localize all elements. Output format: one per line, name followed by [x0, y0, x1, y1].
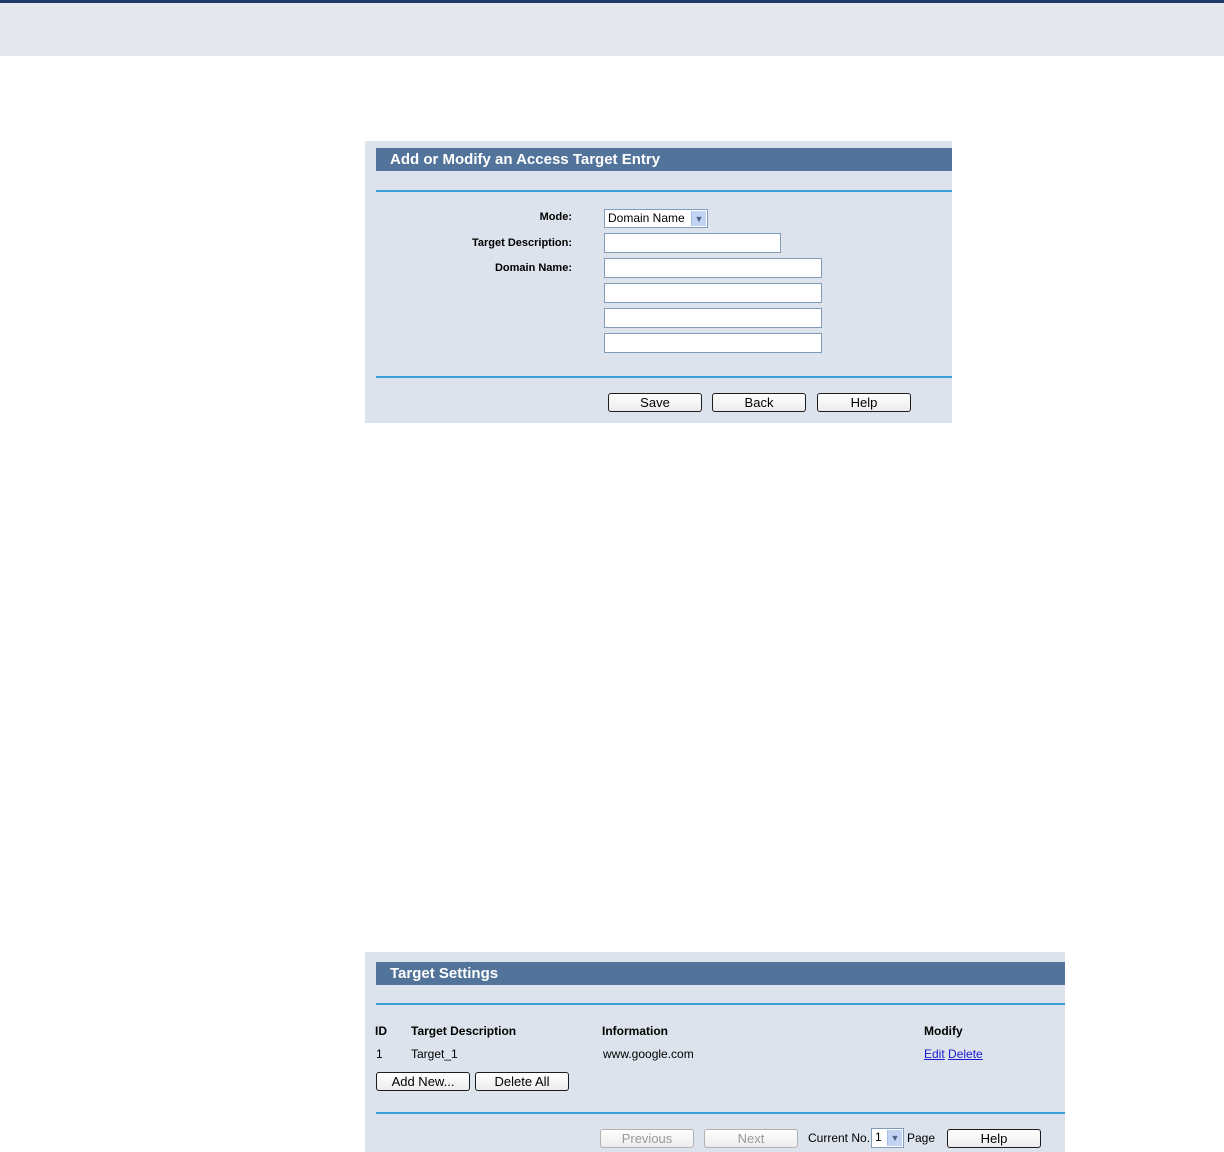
chevron-down-icon[interactable]: ▼ [887, 1130, 902, 1146]
row-1-modify: Edit Delete [924, 1047, 983, 1061]
domain-name-input-4[interactable] [604, 333, 822, 353]
page-label: Page [907, 1131, 936, 1145]
previous-button[interactable]: Previous [600, 1129, 694, 1148]
row-1-id: 1 [376, 1047, 383, 1061]
domain-name-input-3[interactable] [604, 308, 822, 328]
column-header-information: Information [602, 1024, 668, 1038]
target-description-input[interactable] [604, 233, 781, 253]
column-header-modify: Modify [924, 1024, 963, 1038]
target-settings-bottom-rule [376, 1112, 1065, 1114]
target-description-label: Target Description: [471, 237, 572, 249]
mode-label: Mode: [539, 211, 572, 223]
page-select[interactable]: 1 ▼ [871, 1128, 904, 1148]
current-no-label: Current No. [808, 1131, 871, 1145]
entry-form-top-rule [376, 190, 952, 192]
edit-link[interactable]: Edit [924, 1047, 945, 1061]
save-button[interactable]: Save [608, 393, 702, 412]
add-new-button[interactable]: Add New... [376, 1072, 470, 1091]
domain-name-input-2[interactable] [604, 283, 822, 303]
page-select-value: 1 [875, 1130, 882, 1144]
entry-form-panel: Add or Modify an Access Target Entry Mod… [365, 141, 952, 423]
target-settings-title: Target Settings [376, 962, 1065, 985]
chevron-down-icon[interactable]: ▼ [691, 211, 706, 226]
top-banner-line [0, 0, 1224, 3]
delete-link[interactable]: Delete [948, 1047, 983, 1061]
entry-form-title: Add or Modify an Access Target Entry [376, 148, 952, 171]
row-1-information: www.google.com [603, 1047, 694, 1061]
help-button[interactable]: Help [817, 393, 911, 412]
row-1-description: Target_1 [411, 1047, 458, 1061]
entry-form-bottom-rule [376, 376, 952, 378]
next-button[interactable]: Next [704, 1129, 798, 1148]
back-button[interactable]: Back [712, 393, 806, 412]
top-banner [0, 0, 1224, 56]
help-button-table[interactable]: Help [947, 1129, 1041, 1148]
mode-select[interactable]: Domain Name ▼ [604, 209, 708, 228]
target-settings-top-rule [376, 1003, 1065, 1005]
delete-all-button[interactable]: Delete All [475, 1072, 569, 1091]
target-settings-panel: Target Settings ID Target Description In… [365, 952, 1065, 1152]
column-header-target-description: Target Description [411, 1024, 517, 1038]
mode-select-value: Domain Name [608, 211, 685, 225]
domain-name-input-1[interactable] [604, 258, 822, 278]
column-header-id: ID [375, 1024, 387, 1038]
domain-name-label: Domain Name: [494, 262, 572, 274]
